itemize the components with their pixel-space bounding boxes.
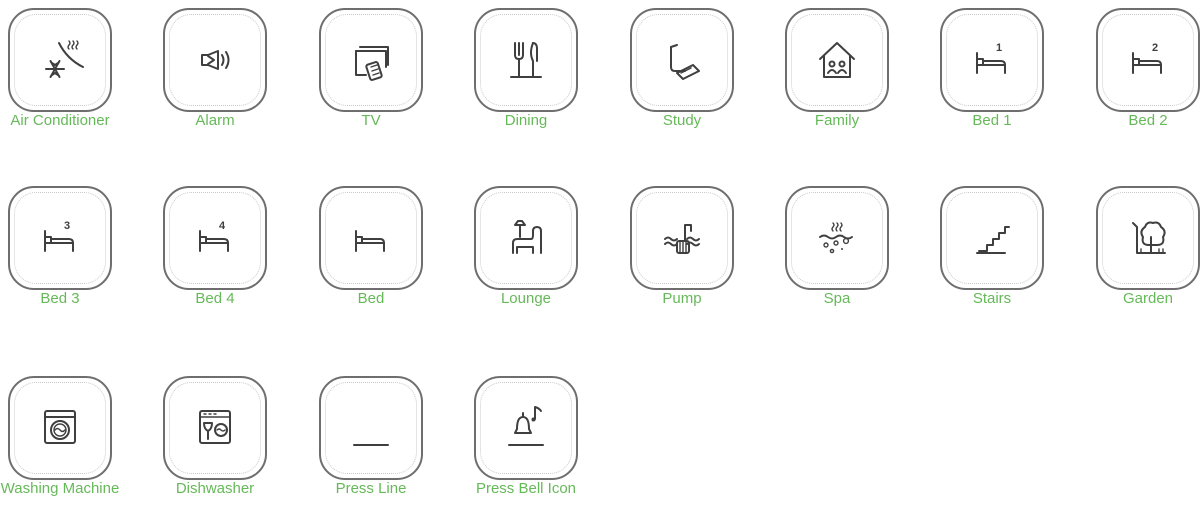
air-conditioner-icon [29,29,91,91]
tile-label: Bed 3 [40,290,80,307]
bed-number-badge: 3 [64,220,70,232]
family-button[interactable] [785,8,889,112]
tile-label: Study [662,112,702,129]
tile-label: Garden [1122,290,1174,307]
bed-3-button[interactable]: 3 [8,186,112,290]
tile-tv: TV [316,0,432,146]
bed-number-badge: 1 [996,42,1002,54]
stairs-icon [961,207,1023,269]
bed-4-button[interactable]: 4 [163,186,267,290]
tile-label: Dishwasher [175,480,255,497]
bed-2-button[interactable]: 2 [1096,8,1200,112]
pump-icon [651,207,713,269]
tv-icon [340,29,402,91]
tile-stairs: Stairs [937,178,1053,324]
tile-label: Air Conditioner [10,112,110,129]
tile-lounge: Lounge [471,178,587,324]
dining-icon [495,29,557,91]
air-conditioner-button[interactable] [8,8,112,112]
garden-icon [1117,207,1179,269]
tile-washing-machine: Washing Machine [1,368,121,514]
tile-label: Bed 1 [972,112,1012,129]
dishwasher-icon [184,397,246,459]
press-line-button[interactable] [319,376,423,480]
tile-label: Washing Machine [0,480,120,497]
washing-machine-icon [29,397,91,459]
tile-alarm: Alarm [160,0,276,146]
tile-label: Alarm [195,112,235,129]
bed-number-badge: 2 [1152,42,1158,54]
bed-3-icon: 3 [29,207,91,269]
tile-family: Family [782,0,898,146]
tile-dining: Dining [471,0,587,146]
press-line-icon [340,397,402,459]
tile-label: Spa [823,290,851,307]
tile-label: Press Bell Icon [475,480,577,497]
dishwasher-button[interactable] [163,376,267,480]
tile-label: TV [361,112,381,129]
tile-air-conditioner: Air Conditioner [5,0,121,146]
tile-bed-3: 3 Bed 3 [5,178,121,324]
tile-bed: Bed [316,178,432,324]
tile-label: Family [814,112,860,129]
tile-bed-2: 2 Bed 2 [1093,0,1203,146]
tile-label: Press Line [335,480,407,497]
study-button[interactable] [630,8,734,112]
tile-label: Stairs [972,290,1012,307]
study-icon [651,29,713,91]
bed-4-icon: 4 [184,207,246,269]
tile-pump: Pump [627,178,743,324]
press-bell-icon [495,397,557,459]
tile-label: Bed 4 [195,290,235,307]
stairs-button[interactable] [940,186,1044,290]
tile-label: Bed [357,290,385,307]
tile-garden: Garden [1093,178,1203,324]
press-bell-button[interactable] [474,376,578,480]
family-icon [806,29,868,91]
bed-icon [340,207,402,269]
tile-dishwasher: Dishwasher [160,368,276,514]
bed-1-icon: 1 [961,29,1023,91]
tile-label: Lounge [500,290,552,307]
spa-button[interactable] [785,186,889,290]
tile-press-line: Press Line [316,368,432,514]
pump-button[interactable] [630,186,734,290]
garden-button[interactable] [1096,186,1200,290]
lounge-icon [495,207,557,269]
alarm-button[interactable] [163,8,267,112]
bed-1-button[interactable]: 1 [940,8,1044,112]
tile-press-bell: Press Bell Icon [471,368,587,514]
bed-2-icon: 2 [1117,29,1179,91]
dining-button[interactable] [474,8,578,112]
tile-study: Study [627,0,743,146]
tile-label: Dining [504,112,548,129]
tile-bed-4: 4 Bed 4 [160,178,276,324]
washing-machine-button[interactable] [8,376,112,480]
spa-icon [806,207,868,269]
lounge-button[interactable] [474,186,578,290]
bed-number-badge: 4 [219,220,226,232]
alarm-icon [184,29,246,91]
tile-bed-1: 1 Bed 1 [937,0,1053,146]
bed-button[interactable] [319,186,423,290]
tile-spa: Spa [782,178,898,324]
tv-button[interactable] [319,8,423,112]
tile-label: Pump [662,290,702,307]
tile-label: Bed 2 [1128,112,1168,129]
